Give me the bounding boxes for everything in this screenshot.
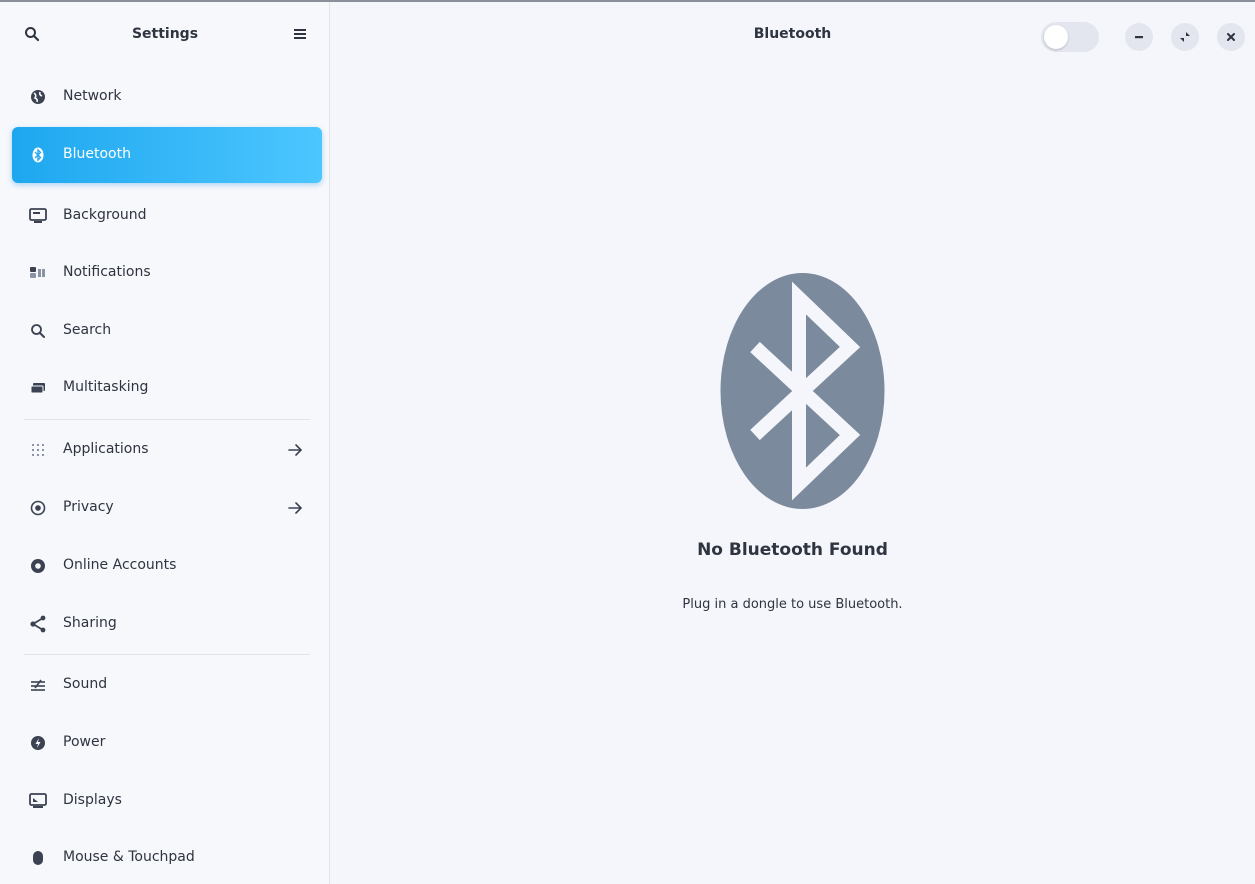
accounts-icon [28,556,48,576]
privacy-icon [28,498,48,518]
sidebar-item-label: Background [63,207,147,223]
sidebar-item-label: Mouse & Touchpad [63,849,195,865]
sidebar-item-sound[interactable]: Sound [12,657,322,713]
sidebar-item-label: Multitasking [63,379,149,395]
display-icon [28,791,48,811]
sidebar-item-online-accounts[interactable]: Online Accounts [12,538,322,594]
sidebar-item-privacy[interactable]: Privacy [12,480,322,536]
share-icon [28,614,48,634]
sidebar-item-sharing[interactable]: Sharing [12,596,322,652]
sidebar-divider [24,654,310,655]
sidebar-item-label: Notifications [63,264,151,280]
sidebar-item-search[interactable]: Search [12,303,322,359]
arrow-right-icon [288,502,303,514]
bluetooth-icon [28,145,48,165]
hamburger-menu-icon[interactable] [290,24,310,44]
sidebar-item-background[interactable]: Background [12,188,322,244]
bluetooth-logo-icon [720,273,885,509]
restore-button[interactable] [1171,23,1199,51]
sidebar-item-displays[interactable]: Displays [12,773,322,829]
sidebar-item-label: Bluetooth [63,146,131,162]
close-button[interactable] [1217,23,1245,51]
sidebar-item-notifications[interactable]: Notifications [12,245,322,301]
multitasking-icon [28,378,48,398]
sidebar-item-label: Search [63,322,112,338]
sidebar-item-multitasking[interactable]: Multitasking [12,360,322,416]
sidebar-item-label: Sound [63,676,108,692]
globe-icon [28,87,48,107]
sidebar-item-power[interactable]: Power [12,715,322,771]
sidebar-item-label: Power [63,734,106,750]
sidebar-item-label: Online Accounts [63,557,177,573]
sidebar-item-bluetooth[interactable]: Bluetooth [12,127,322,183]
empty-state-title: No Bluetooth Found [697,540,888,560]
minimize-button[interactable] [1125,23,1153,51]
sound-icon [28,675,48,695]
sidebar-item-label: Privacy [63,499,114,515]
sidebar: Settings Network Bluetooth Background No… [0,2,330,884]
close-icon [1227,33,1235,41]
sidebar-item-label: Applications [63,441,149,457]
grid-icon [28,440,48,460]
sidebar-item-network[interactable]: Network [12,69,322,125]
bluetooth-toggle[interactable] [1041,22,1099,52]
sidebar-divider [24,419,310,420]
notifications-icon [28,263,48,283]
minimize-icon [1135,36,1143,39]
sidebar-item-label: Network [63,88,122,104]
sidebar-item-label: Sharing [63,615,117,631]
sidebar-item-mouse-touchpad[interactable]: Mouse & Touchpad [12,830,322,884]
mouse-icon [28,848,48,868]
settings-window: Settings Network Bluetooth Background No… [0,0,1255,884]
sidebar-title: Settings [131,26,199,42]
power-icon [28,733,48,753]
page-title: Bluetooth [753,26,832,42]
arrow-right-icon [288,444,303,456]
empty-state-subtitle: Plug in a dongle to use Bluetooth. [682,597,903,612]
sidebar-item-applications[interactable]: Applications [12,422,322,478]
restore-icon [1180,32,1190,42]
sidebar-header: Settings [0,2,330,66]
monitor-icon [28,206,48,226]
search-icon [28,321,48,341]
sidebar-item-label: Displays [63,792,122,808]
main-panel: Bluetooth No Bluetooth Found Plug in a d… [330,2,1255,884]
toggle-knob [1044,25,1068,49]
